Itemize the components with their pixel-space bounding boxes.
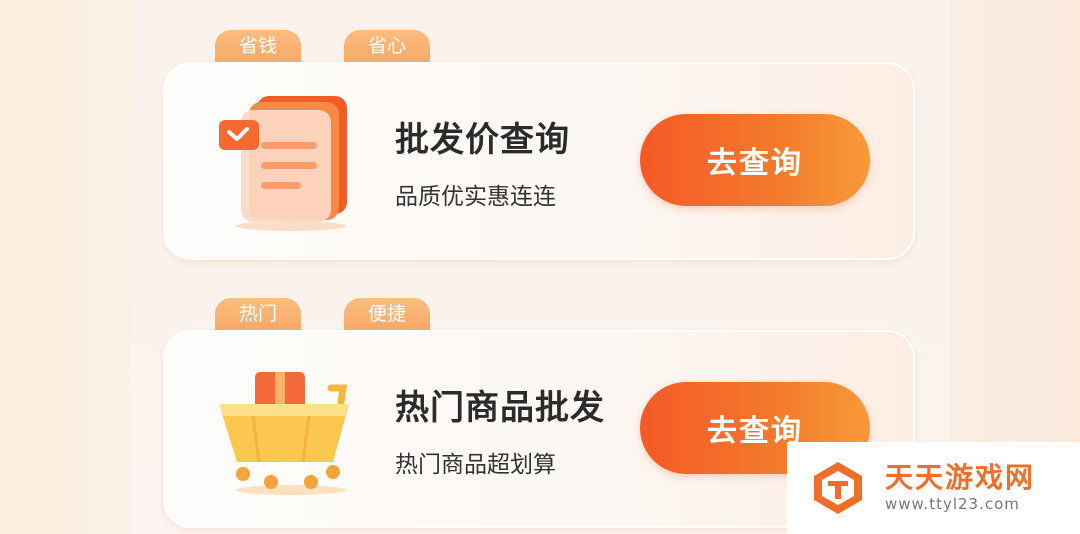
query-button[interactable]: 去查询 <box>640 114 870 206</box>
site-watermark: 天天游戏网 www.ttyl23.com <box>787 442 1080 534</box>
tag-convenient: 便捷 <box>344 298 431 332</box>
card-subtitle: 热门商品超划算 <box>395 452 556 478</box>
tag-peace-of-mind: 省心 <box>344 30 431 64</box>
shopping-cart-gift-icon <box>219 372 349 495</box>
site-logo-icon <box>814 462 862 514</box>
tag-popular: 热门 <box>215 298 302 332</box>
watermark-url: www.ttyl23.com <box>885 495 1020 513</box>
document-list-icon <box>219 96 347 231</box>
card-title: 批发价查询 <box>395 120 570 160</box>
watermark-site-name: 天天游戏网 <box>885 461 1036 494</box>
card-subtitle: 品质优实惠连连 <box>395 184 556 210</box>
wholesale-price-card[interactable]: 批发价查询 品质优实惠连连 去查询 <box>163 62 915 260</box>
card-title: 热门商品批发 <box>395 388 605 428</box>
tag-save-money: 省钱 <box>215 30 302 64</box>
